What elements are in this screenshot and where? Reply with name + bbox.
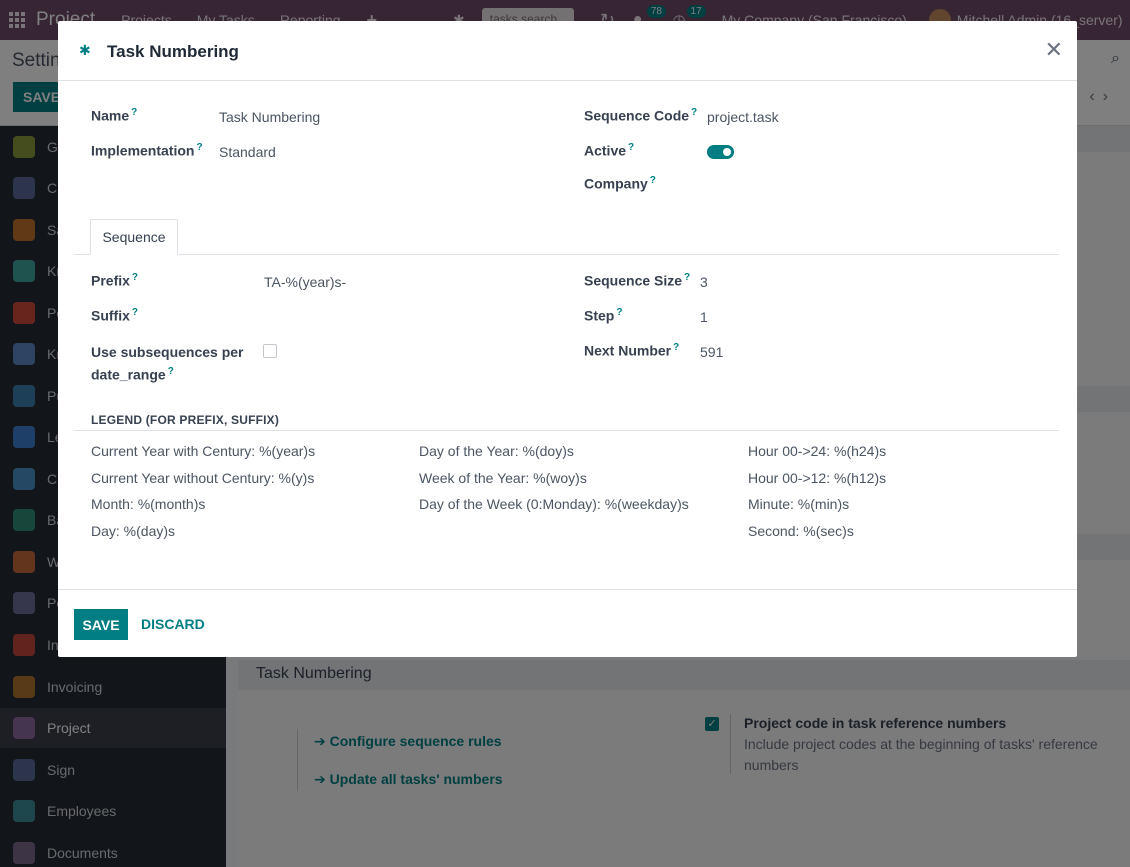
legend-divider — [74, 430, 1059, 431]
dialog-footer: SAVE DISCARD — [58, 589, 1077, 657]
help-tooltip-icon[interactable]: ? — [196, 142, 202, 153]
sequence-code-label: Sequence Code? — [584, 107, 697, 124]
help-tooltip-icon[interactable]: ? — [132, 272, 138, 283]
help-tooltip-icon[interactable]: ? — [616, 307, 622, 318]
next-number-label: Next Number? — [584, 342, 679, 359]
sequence-size-label: Sequence Size? — [584, 272, 690, 289]
prefix-label: Prefix? — [91, 272, 138, 289]
name-field[interactable]: Task Numbering — [219, 109, 320, 125]
name-label-text: Name — [91, 107, 130, 124]
legend-item: Week of the Year: %(woy)s — [419, 470, 587, 486]
help-tooltip-icon[interactable]: ? — [684, 272, 690, 283]
suffix-label: Suffix? — [91, 307, 138, 324]
company-label: Company? — [584, 175, 656, 192]
legend-item: Day of the Year: %(doy)s — [419, 443, 574, 459]
active-label-text: Active — [584, 142, 627, 159]
suffix-label-text: Suffix — [91, 307, 130, 324]
help-tooltip-icon[interactable]: ? — [628, 142, 634, 153]
step-label-text: Step — [584, 307, 615, 324]
sequence-code-label-text: Sequence Code — [584, 107, 690, 124]
discard-button[interactable]: DISCARD — [141, 609, 205, 640]
company-label-text: Company — [584, 175, 648, 192]
name-label: Name? — [91, 107, 137, 124]
help-tooltip-icon[interactable]: ? — [673, 342, 679, 353]
subsequences-label: Use subsequences per date_range? — [91, 342, 251, 385]
legend-item: Day: %(day)s — [91, 523, 176, 539]
sequence-size-field[interactable]: 3 — [700, 274, 708, 290]
help-tooltip-icon[interactable]: ? — [131, 107, 137, 118]
prefix-field[interactable]: TA-%(year)s- — [264, 274, 346, 290]
prefix-label-text: Prefix — [91, 272, 130, 289]
tab-divider — [74, 254, 1059, 255]
dialog-title: Task Numbering — [107, 42, 239, 61]
legend-item: Second: %(sec)s — [748, 523, 854, 539]
save-button[interactable]: SAVE — [74, 609, 128, 640]
next-number-field[interactable]: 591 — [700, 344, 723, 360]
active-toggle[interactable] — [707, 145, 734, 159]
sequence-code-field[interactable]: project.task — [707, 109, 779, 125]
subsequences-checkbox[interactable] — [263, 344, 277, 358]
legend-item: Day of the Week (0:Monday): %(weekday)s — [419, 496, 689, 512]
help-tooltip-icon[interactable]: ? — [168, 366, 174, 377]
close-icon[interactable]: ✕ — [1045, 37, 1063, 63]
next-number-label-text: Next Number — [584, 342, 672, 359]
debug-bug-icon[interactable]: ✱ — [79, 42, 91, 59]
implementation-field[interactable]: Standard — [219, 144, 276, 160]
task-numbering-dialog: ✱ Task Numbering ✕ Name? Task Numbering … — [58, 21, 1077, 657]
step-field[interactable]: 1 — [700, 309, 708, 325]
help-tooltip-icon[interactable]: ? — [650, 175, 656, 186]
legend-title: LEGEND (FOR PREFIX, SUFFIX) — [91, 413, 280, 427]
legend-item: Hour 00->12: %(h12)s — [748, 470, 887, 486]
legend-item: Hour 00->24: %(h24)s — [748, 443, 887, 459]
help-tooltip-icon[interactable]: ? — [691, 107, 697, 118]
legend-item: Minute: %(min)s — [748, 496, 850, 512]
legend-item: Current Year without Century: %(y)s — [91, 470, 315, 486]
legend-item: Current Year with Century: %(year)s — [91, 443, 316, 459]
active-label: Active? — [584, 142, 634, 159]
dialog-header: ✱ Task Numbering ✕ — [58, 21, 1077, 81]
tab-sequence[interactable]: Sequence — [90, 219, 178, 255]
implementation-label-text: Implementation — [91, 142, 195, 159]
implementation-label: Implementation? — [91, 142, 203, 159]
sequence-size-label-text: Sequence Size — [584, 272, 683, 289]
help-tooltip-icon[interactable]: ? — [132, 307, 138, 318]
legend-item: Month: %(month)s — [91, 496, 206, 512]
step-label: Step? — [584, 307, 622, 324]
